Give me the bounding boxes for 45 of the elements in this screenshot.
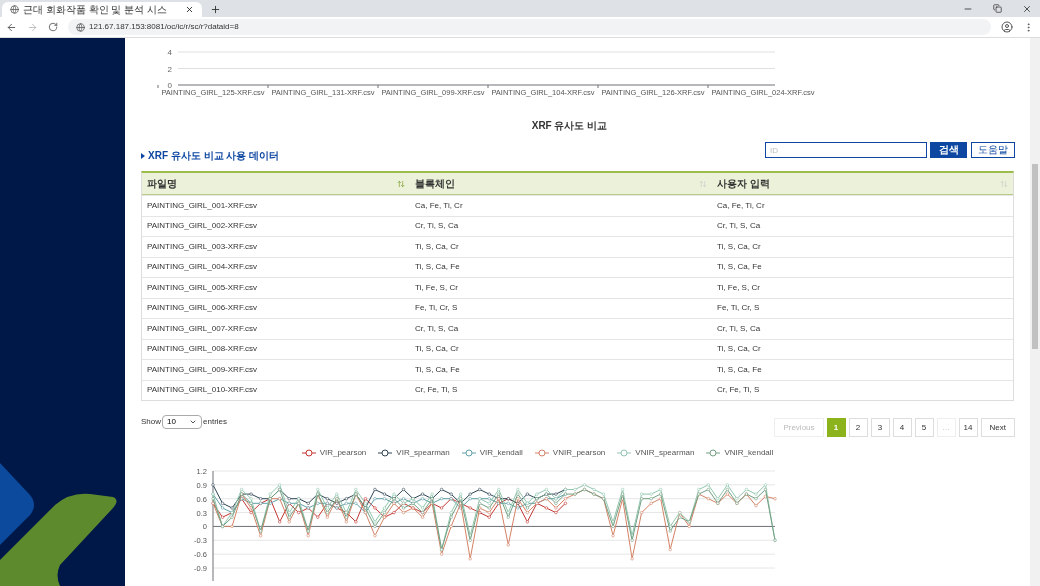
legend-label: VIR_pearson (319, 447, 367, 459)
legend-label: VIR_kendall (479, 447, 523, 459)
table-cell-text: PAINTING_GIRL_005-XRF.csv (146, 281, 259, 294)
legend-label: VNIR_pearson (552, 447, 606, 459)
table-cell-text: Ti, S, Ca, Cr (716, 343, 762, 356)
show-label: Show (141, 416, 161, 428)
table-cell-text: Ti, Fe, S, Cr (716, 281, 761, 294)
table-cell-text: PAINTING_GIRL_008-XRF.csv (146, 343, 259, 356)
table-cell-text: Cr, Ti, S, Ca (716, 322, 762, 335)
axis-tick-label: 0 (167, 81, 172, 90)
table-cell-text: Ti, S, Ca, Fe (716, 261, 763, 274)
url-text: 121.67.187.153:8081/oc/ic/r/sc/r?dataid=8 (89, 21, 239, 33)
chart-heading: XRF 유사도 비교 (531, 120, 608, 132)
table-cell-text: Ca, Fe, Ti, Cr (414, 199, 464, 212)
table-cell-text: Ti, S, Ca, Cr (716, 240, 762, 253)
table-cell-text: PAINTING_GIRL_004-XRF.csv (146, 261, 259, 274)
table-cell-text: Ti, Fe, S, Cr (414, 281, 459, 294)
table-cell-text: Ti, S, Ca, Cr (414, 240, 460, 253)
entries-label: entries (203, 416, 228, 428)
table-cell-text: Cr, Ti, S, Ca (716, 220, 762, 233)
table-cell-text: PAINTING_GIRL_006-XRF.csv (146, 302, 259, 315)
table-cell-text: PAINTING_GIRL_002-XRF.csv (146, 220, 259, 233)
table-cell-text: PAINTING_GIRL_009-XRF.csv (146, 363, 259, 376)
legend-label: VNIR_kendall (724, 447, 774, 459)
table-cell-text: Cr, Ti, S, Ca (414, 220, 460, 233)
table-cell-text: PAINTING_GIRL_007-XRF.csv (146, 322, 259, 335)
legend-label: VIR_spearman (396, 447, 450, 459)
tab-title: 근대 회화작품 확인 및 분석 시스 (23, 3, 168, 16)
axis-tick-label: 4 (167, 48, 172, 57)
table-cell-text: Ti, S, Ca, Cr (414, 343, 460, 356)
table-cell-text: Fe, Ti, Cr, S (414, 302, 459, 315)
table-cell-text: Ti, S, Ca, Fe (414, 363, 461, 376)
table-cell-text: Ca, Fe, Ti, Cr (716, 199, 766, 212)
table-cell-text: Cr, Ti, S, Ca (414, 322, 460, 335)
table-cell-text: PAINTING_GIRL_010-XRF.csv (146, 384, 259, 397)
table-cell-text: Fe, Ti, Cr, S (716, 302, 761, 315)
table-cell-text: Cr, Fe, Ti, S (716, 384, 761, 397)
axis-tick-label: 2 (167, 64, 172, 74)
table-cell-text: PAINTING_GIRL_003-XRF.csv (146, 240, 259, 253)
table-cell-text: Ti, S, Ca, Fe (414, 261, 461, 274)
legend-label: VNIR_spearman (635, 447, 695, 459)
table-cell-text: Ti, S, Ca, Fe (716, 363, 763, 376)
table-cell-text: Cr, Fe, Ti, S (414, 384, 459, 397)
section-title: XRF 유사도 비교 사용 데이터 (148, 150, 280, 162)
table-cell-text: PAINTING_GIRL_001-XRF.csv (146, 199, 259, 212)
